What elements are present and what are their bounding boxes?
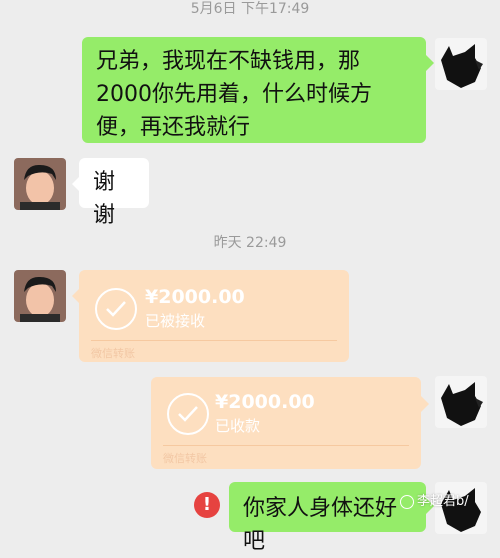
- transfer-footer: 微信转账: [163, 452, 207, 465]
- check-circle-icon: [167, 393, 209, 435]
- cat-avatar-icon[interactable]: [435, 376, 487, 428]
- cat-avatar-icon[interactable]: [435, 38, 487, 90]
- bubble-tail: [421, 396, 429, 412]
- transfer-status: 已收款: [215, 417, 261, 435]
- watermark: 李超君b/: [400, 490, 469, 509]
- transfer-amount: ¥2000.00: [145, 286, 245, 308]
- transfer-card-sent[interactable]: ¥2000.00 已收款 微信转账: [151, 377, 421, 469]
- divider: [163, 445, 409, 446]
- message-text: 兄弟，我现在不缺钱用，那2000你先用着，什么时候方便，再还我就行: [96, 49, 372, 140]
- message-text: 你家人身体还好吧: [243, 496, 398, 554]
- watermark-logo-icon: [400, 494, 414, 509]
- watermark-text: 李超君b/: [417, 494, 469, 509]
- transfer-amount: ¥2000.00: [215, 391, 315, 413]
- message-bubble-sent-failed[interactable]: 你家人身体还好吧: [229, 482, 426, 554]
- timestamp-2: 昨天 22:49: [213, 235, 287, 251]
- divider: [91, 340, 337, 341]
- transfer-card-received[interactable]: ¥2000.00 已被接收 微信转账: [79, 270, 349, 362]
- check-circle-icon: [95, 288, 137, 330]
- error-icon[interactable]: !: [194, 492, 220, 518]
- bubble-tail: [426, 55, 434, 71]
- transfer-status: 已被接收: [145, 312, 206, 330]
- message-bubble-sent[interactable]: 兄弟，我现在不缺钱用，那2000你先用着，什么时候方便，再还我就行: [82, 37, 426, 143]
- timestamp-1: 5月6日 下午17:49: [190, 1, 310, 17]
- man-avatar-icon[interactable]: [14, 158, 66, 210]
- message-text: 谢谢: [93, 170, 116, 228]
- transfer-footer: 微信转账: [91, 347, 135, 360]
- message-bubble-received[interactable]: 谢谢: [79, 158, 149, 228]
- man-avatar-icon[interactable]: [14, 270, 66, 322]
